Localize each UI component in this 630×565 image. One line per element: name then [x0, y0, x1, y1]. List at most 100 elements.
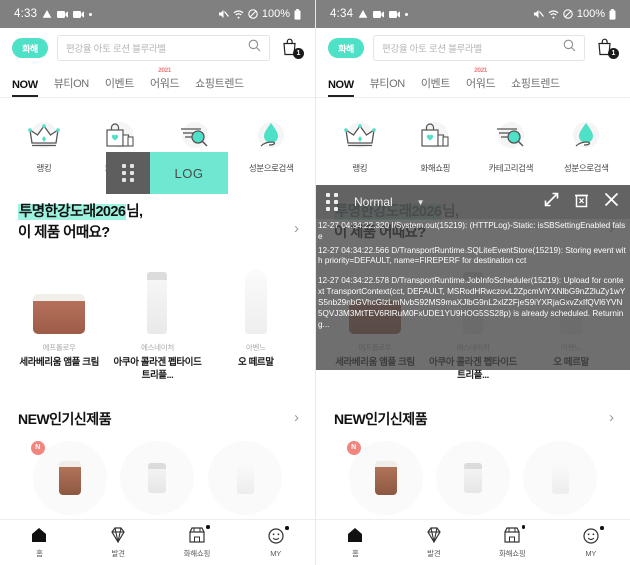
new-product-item[interactable]: N [30, 440, 107, 515]
tab-label: 뷰티ON [369, 78, 406, 90]
phone-screen-left: 4:33 100% 화해 편강율 아토 로션 블루라벨 1 NOW 뷰티ON 이… [0, 0, 315, 565]
tab-now[interactable]: NOW [12, 79, 38, 97]
status-time: 4:34 [330, 8, 354, 20]
new-product-item[interactable] [208, 440, 283, 515]
category-ranking[interactable]: 랭킹 [11, 120, 77, 174]
wifi-icon [233, 9, 244, 19]
dual-screenshot-stage: 4:33 100% 화해 편강율 아토 로션 블루라벨 1 NOW 뷰티ON 이… [0, 0, 630, 565]
nav-item-shopping[interactable]: 화해쇼핑 [473, 525, 552, 559]
search-icon[interactable] [563, 39, 576, 57]
log-overlay-toolbar: Normal ▼ [316, 185, 630, 219]
drag-handle-icon[interactable] [326, 193, 338, 211]
status-time: 4:33 [14, 8, 38, 20]
category-label: 성분으로검색 [248, 163, 294, 173]
ingredient-droplet-icon [565, 120, 607, 154]
tab-now[interactable]: NOW [328, 79, 354, 97]
product-card[interactable]: 아벤느 오 떼르말 [212, 258, 300, 383]
chevron-right-icon[interactable]: › [294, 409, 299, 426]
battery-icon [609, 8, 616, 20]
tab-beautyon[interactable]: 뷰티ON [54, 75, 90, 97]
tab-shopping-trend[interactable]: 쇼핑트렌드 [511, 75, 560, 97]
nav-item-discover[interactable]: 발견 [395, 526, 474, 559]
crown-icon [23, 120, 65, 154]
nav-label: MY [270, 549, 281, 558]
search-placeholder: 편강율 아토 로션 블루라벨 [382, 44, 482, 55]
new-product-item[interactable]: N [346, 440, 423, 515]
category-ingredient[interactable]: 성분으로검색 [553, 120, 619, 174]
section-title-kr: 인기신제품 [365, 410, 428, 427]
product-image [33, 258, 86, 335]
chevron-right-icon[interactable]: › [294, 220, 299, 237]
expand-arrows-icon[interactable] [543, 191, 560, 213]
tab-beautyon[interactable]: 뷰티ON [369, 75, 406, 97]
tab-award[interactable]: 2021 어워드 [150, 67, 180, 97]
log-output[interactable]: 12-27 04:34:22.320 I/System.out(15219): … [316, 219, 630, 370]
new-product-circles: N [18, 429, 297, 515]
log-line: 12-27 04:34:22.566 D/TransportRuntime.SQ… [318, 245, 626, 266]
new-product-item[interactable] [120, 440, 195, 515]
new-product-circles: N [334, 429, 612, 515]
nav-label: MY [585, 549, 597, 558]
tab-event[interactable]: 이벤트 [105, 75, 135, 97]
nav-item-my[interactable]: MY [552, 526, 630, 558]
category-ingredient[interactable]: 성분으로검색 [238, 120, 304, 174]
cart-button[interactable]: 1 [594, 36, 619, 60]
home-icon [29, 526, 49, 544]
product-card[interactable]: 에프롤로우 세라베리움 앰플 크림 [15, 258, 103, 383]
tab-bar: NOW 뷰티ON 이벤트 2021 어워드 쇼핑트렌드 [0, 67, 315, 98]
tab-event[interactable]: 이벤트 [421, 75, 451, 97]
category-shopping[interactable]: 화해쇼핑 [402, 120, 468, 174]
video-icon [73, 10, 85, 19]
tab-label: 어워드 [466, 78, 496, 90]
product-brand: 에프롤로우 [42, 343, 76, 353]
status-bar: 4:33 100% [0, 0, 315, 28]
banner-line-1: 투명한강도래2026님, [18, 202, 297, 223]
dot-icon [89, 12, 93, 16]
log-widget-collapsed[interactable]: LOG [106, 152, 228, 194]
log-toggle-button[interactable]: LOG [150, 152, 228, 194]
search-icon[interactable] [248, 39, 261, 57]
trash-icon[interactable] [574, 192, 589, 213]
phone-screen-right: 4:34 100% 화해 편강율 아토 로션 블루라벨 1 NOW 뷰티ON 이… [315, 0, 630, 565]
chevron-down-icon[interactable]: ▼ [417, 198, 425, 207]
log-level-value[interactable]: Normal [354, 195, 393, 209]
new-badge: N [346, 440, 361, 455]
notification-dot [600, 526, 604, 530]
product-brand: 에스네이처 [140, 343, 174, 353]
tab-shopping-trend[interactable]: 쇼핑트렌드 [195, 75, 244, 97]
category-search[interactable]: 카테고리검색 [478, 120, 544, 174]
nav-item-my[interactable]: MY [236, 526, 315, 558]
log-line: 12-27 04:34:22.320 I/System.out(15219): … [318, 221, 626, 241]
nav-item-home[interactable]: 홈 [316, 526, 395, 559]
category-label: 카테고리검색 [488, 163, 534, 173]
new-product-item[interactable] [435, 440, 510, 515]
search-input[interactable]: 편강율 아토 로션 블루라벨 [373, 35, 585, 61]
new-product-item[interactable] [523, 440, 598, 515]
chevron-right-icon[interactable]: › [609, 409, 614, 426]
clear-flask-image [148, 462, 167, 493]
tab-award[interactable]: 2021 어워드 [466, 67, 496, 97]
hwahae-logo[interactable]: 화해 [328, 38, 364, 58]
new-products-section: NEW인기신제품 › N [0, 383, 315, 515]
nav-item-shopping[interactable]: 화해쇼핑 [158, 525, 237, 559]
drag-handle-icon[interactable] [106, 152, 150, 194]
search-placeholder: 편강율 아토 로션 블루라벨 [66, 44, 166, 55]
status-bar-right: 100% [218, 8, 301, 20]
product-card[interactable]: 에스네이처 아쿠아 콜라겐 펩타이드 트리플... [113, 258, 202, 383]
diamond-icon [108, 526, 128, 544]
log-overlay-expanded[interactable]: Normal ▼ 12-27 04:34:22.320 I/System.out… [316, 185, 630, 370]
diamond-icon [424, 526, 444, 544]
product-image [244, 258, 267, 335]
log-line: 12-27 04:34:22.578 D/TransportRuntime.Jo… [318, 276, 626, 329]
spray-tube-image [244, 270, 267, 335]
hwahae-logo[interactable]: 화해 [12, 38, 48, 58]
category-ranking[interactable]: 랭킹 [327, 120, 393, 174]
notification-dot [285, 526, 289, 530]
nav-item-home[interactable]: 홈 [0, 526, 79, 559]
home-icon [345, 526, 365, 544]
search-input[interactable]: 편강율 아토 로션 블루라벨 [57, 35, 270, 61]
cart-button[interactable]: 1 [279, 36, 304, 60]
close-icon[interactable] [603, 191, 620, 213]
smiley-icon [266, 526, 289, 545]
nav-item-discover[interactable]: 발견 [79, 526, 158, 559]
